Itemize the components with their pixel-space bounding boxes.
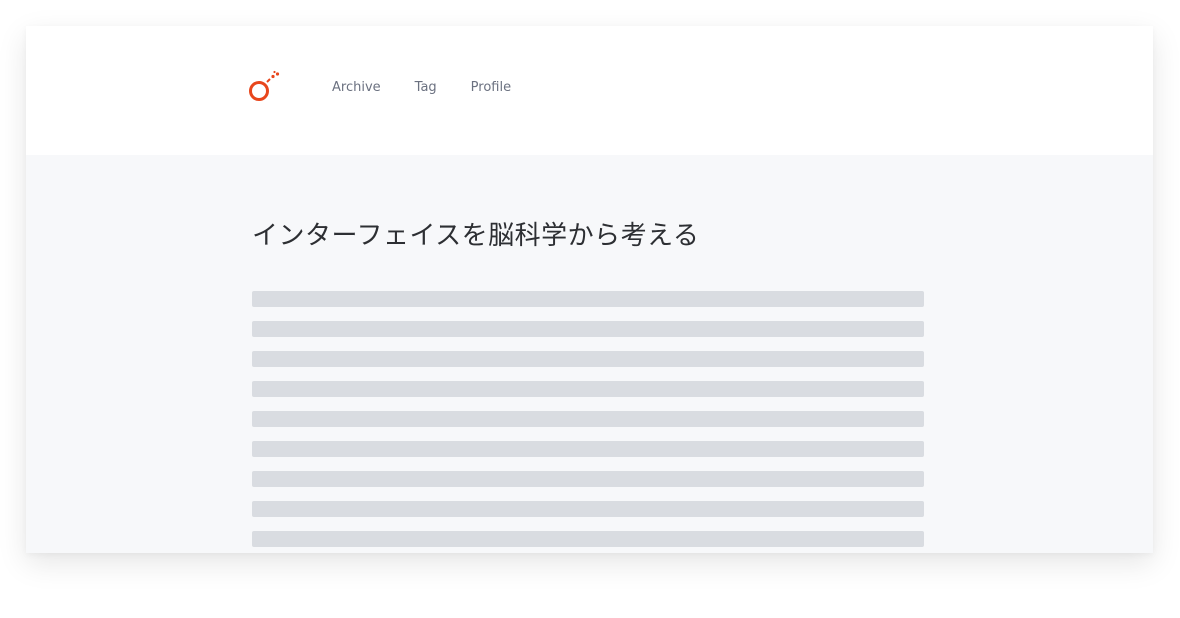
nav-tag-link[interactable]: Tag: [415, 78, 437, 98]
page-window: Archive Tag Profile インターフェイスを脳科学から考える: [26, 26, 1153, 553]
placeholder-line: [252, 351, 924, 367]
placeholder-line: [252, 321, 924, 337]
placeholder-line: [252, 471, 924, 487]
placeholder-line: [252, 411, 924, 427]
placeholder-line: [252, 381, 924, 397]
placeholder-line: [252, 501, 924, 517]
placeholder-line: [252, 291, 924, 307]
article-title: インターフェイスを脳科学から考える: [252, 221, 700, 251]
nav-profile-link[interactable]: Profile: [471, 78, 511, 98]
placeholder-lines: [252, 291, 924, 553]
nav-archive-link[interactable]: Archive: [332, 78, 381, 98]
site-header: Archive Tag Profile: [26, 26, 1153, 155]
main-nav: Archive Tag Profile: [332, 78, 511, 98]
article-content: インターフェイスを脳科学から考える: [252, 218, 924, 547]
placeholder-line: [252, 441, 924, 457]
placeholder-line: [252, 531, 924, 547]
logo-icon[interactable]: [247, 70, 285, 104]
